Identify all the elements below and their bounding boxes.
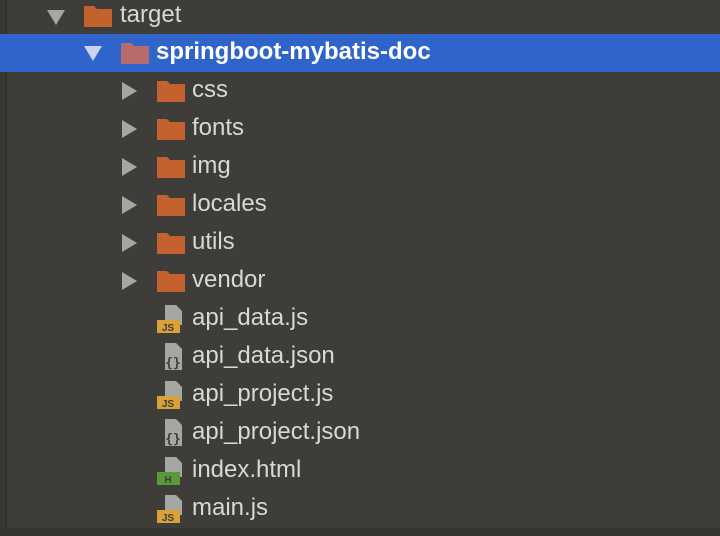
tree-item-css[interactable]: css bbox=[0, 72, 720, 110]
tree-item-fonts[interactable]: fonts bbox=[0, 110, 720, 148]
tree-item-label: target bbox=[120, 1, 182, 28]
tree-item-label: main.js bbox=[192, 494, 269, 521]
svg-text:{}: {} bbox=[165, 432, 181, 447]
tree-item-api-project-js[interactable]: JS api_project.js bbox=[0, 376, 720, 414]
folder-icon bbox=[157, 157, 185, 178]
folder-icon bbox=[157, 81, 185, 102]
tree-item-api-data-js[interactable]: JS api_data.js bbox=[0, 300, 720, 338]
js-file-icon: JS bbox=[157, 305, 182, 334]
tree-item-api-data-json[interactable]: {} api_data.json bbox=[0, 338, 720, 376]
tree-item-index-html[interactable]: H index.html bbox=[0, 452, 720, 490]
collapse-arrow-icon[interactable] bbox=[122, 158, 137, 176]
tree-item-label: fonts bbox=[192, 114, 245, 141]
collapse-arrow-icon[interactable] bbox=[122, 196, 137, 214]
tree-item-locales[interactable]: locales bbox=[0, 186, 720, 224]
html-file-icon: H bbox=[157, 457, 182, 486]
folder-icon bbox=[157, 233, 185, 254]
tree-item-vendor[interactable]: vendor bbox=[0, 262, 720, 300]
tree-item-label: springboot-mybatis-doc bbox=[156, 38, 431, 65]
collapse-arrow-icon[interactable] bbox=[122, 272, 137, 290]
expand-arrow-icon[interactable] bbox=[47, 10, 65, 25]
folder-icon bbox=[157, 119, 185, 140]
tree-item-target[interactable]: target bbox=[0, 0, 720, 35]
svg-text:JS: JS bbox=[162, 323, 175, 334]
tree-item-label: vendor bbox=[192, 266, 266, 293]
tree-item-label: api_data.js bbox=[192, 304, 309, 331]
folder-icon bbox=[84, 6, 112, 27]
tree-item-main-js[interactable]: JS main.js bbox=[0, 490, 720, 528]
tree-item-label: api_project.json bbox=[192, 418, 361, 445]
tree-item-api-project-json[interactable]: {} api_project.json bbox=[0, 414, 720, 452]
project-tree-panel: target springboot-mybatis-doc css fonts … bbox=[0, 0, 720, 536]
tree-item-label: utils bbox=[192, 228, 235, 255]
next-row-clipped bbox=[0, 528, 720, 536]
svg-text:JS: JS bbox=[162, 513, 175, 524]
tree-item-img[interactable]: img bbox=[0, 148, 720, 186]
tree-item-label: api_project.js bbox=[192, 380, 334, 407]
collapse-arrow-icon[interactable] bbox=[122, 234, 137, 252]
folder-icon bbox=[157, 195, 185, 216]
collapse-arrow-icon[interactable] bbox=[122, 82, 137, 100]
tree-item-label: img bbox=[192, 152, 231, 179]
svg-text:{}: {} bbox=[165, 356, 181, 371]
json-file-icon: {} bbox=[165, 419, 182, 447]
svg-text:H: H bbox=[164, 475, 171, 486]
collapse-arrow-icon[interactable] bbox=[122, 120, 137, 138]
tree-item-label: index.html bbox=[192, 456, 302, 483]
folder-icon bbox=[121, 43, 149, 64]
js-file-icon: JS bbox=[157, 381, 182, 410]
tree-item-label: api_data.json bbox=[192, 342, 335, 369]
tree-item-label: css bbox=[192, 76, 228, 103]
js-file-icon: JS bbox=[157, 495, 182, 524]
svg-text:JS: JS bbox=[162, 399, 175, 410]
tree-item-utils[interactable]: utils bbox=[0, 224, 720, 262]
json-file-icon: {} bbox=[165, 343, 182, 371]
tree-item-springboot-mybatis-doc[interactable]: springboot-mybatis-doc bbox=[0, 34, 720, 72]
folder-icon bbox=[157, 271, 185, 292]
tree-item-label: locales bbox=[192, 190, 267, 217]
expand-arrow-icon[interactable] bbox=[84, 46, 102, 61]
